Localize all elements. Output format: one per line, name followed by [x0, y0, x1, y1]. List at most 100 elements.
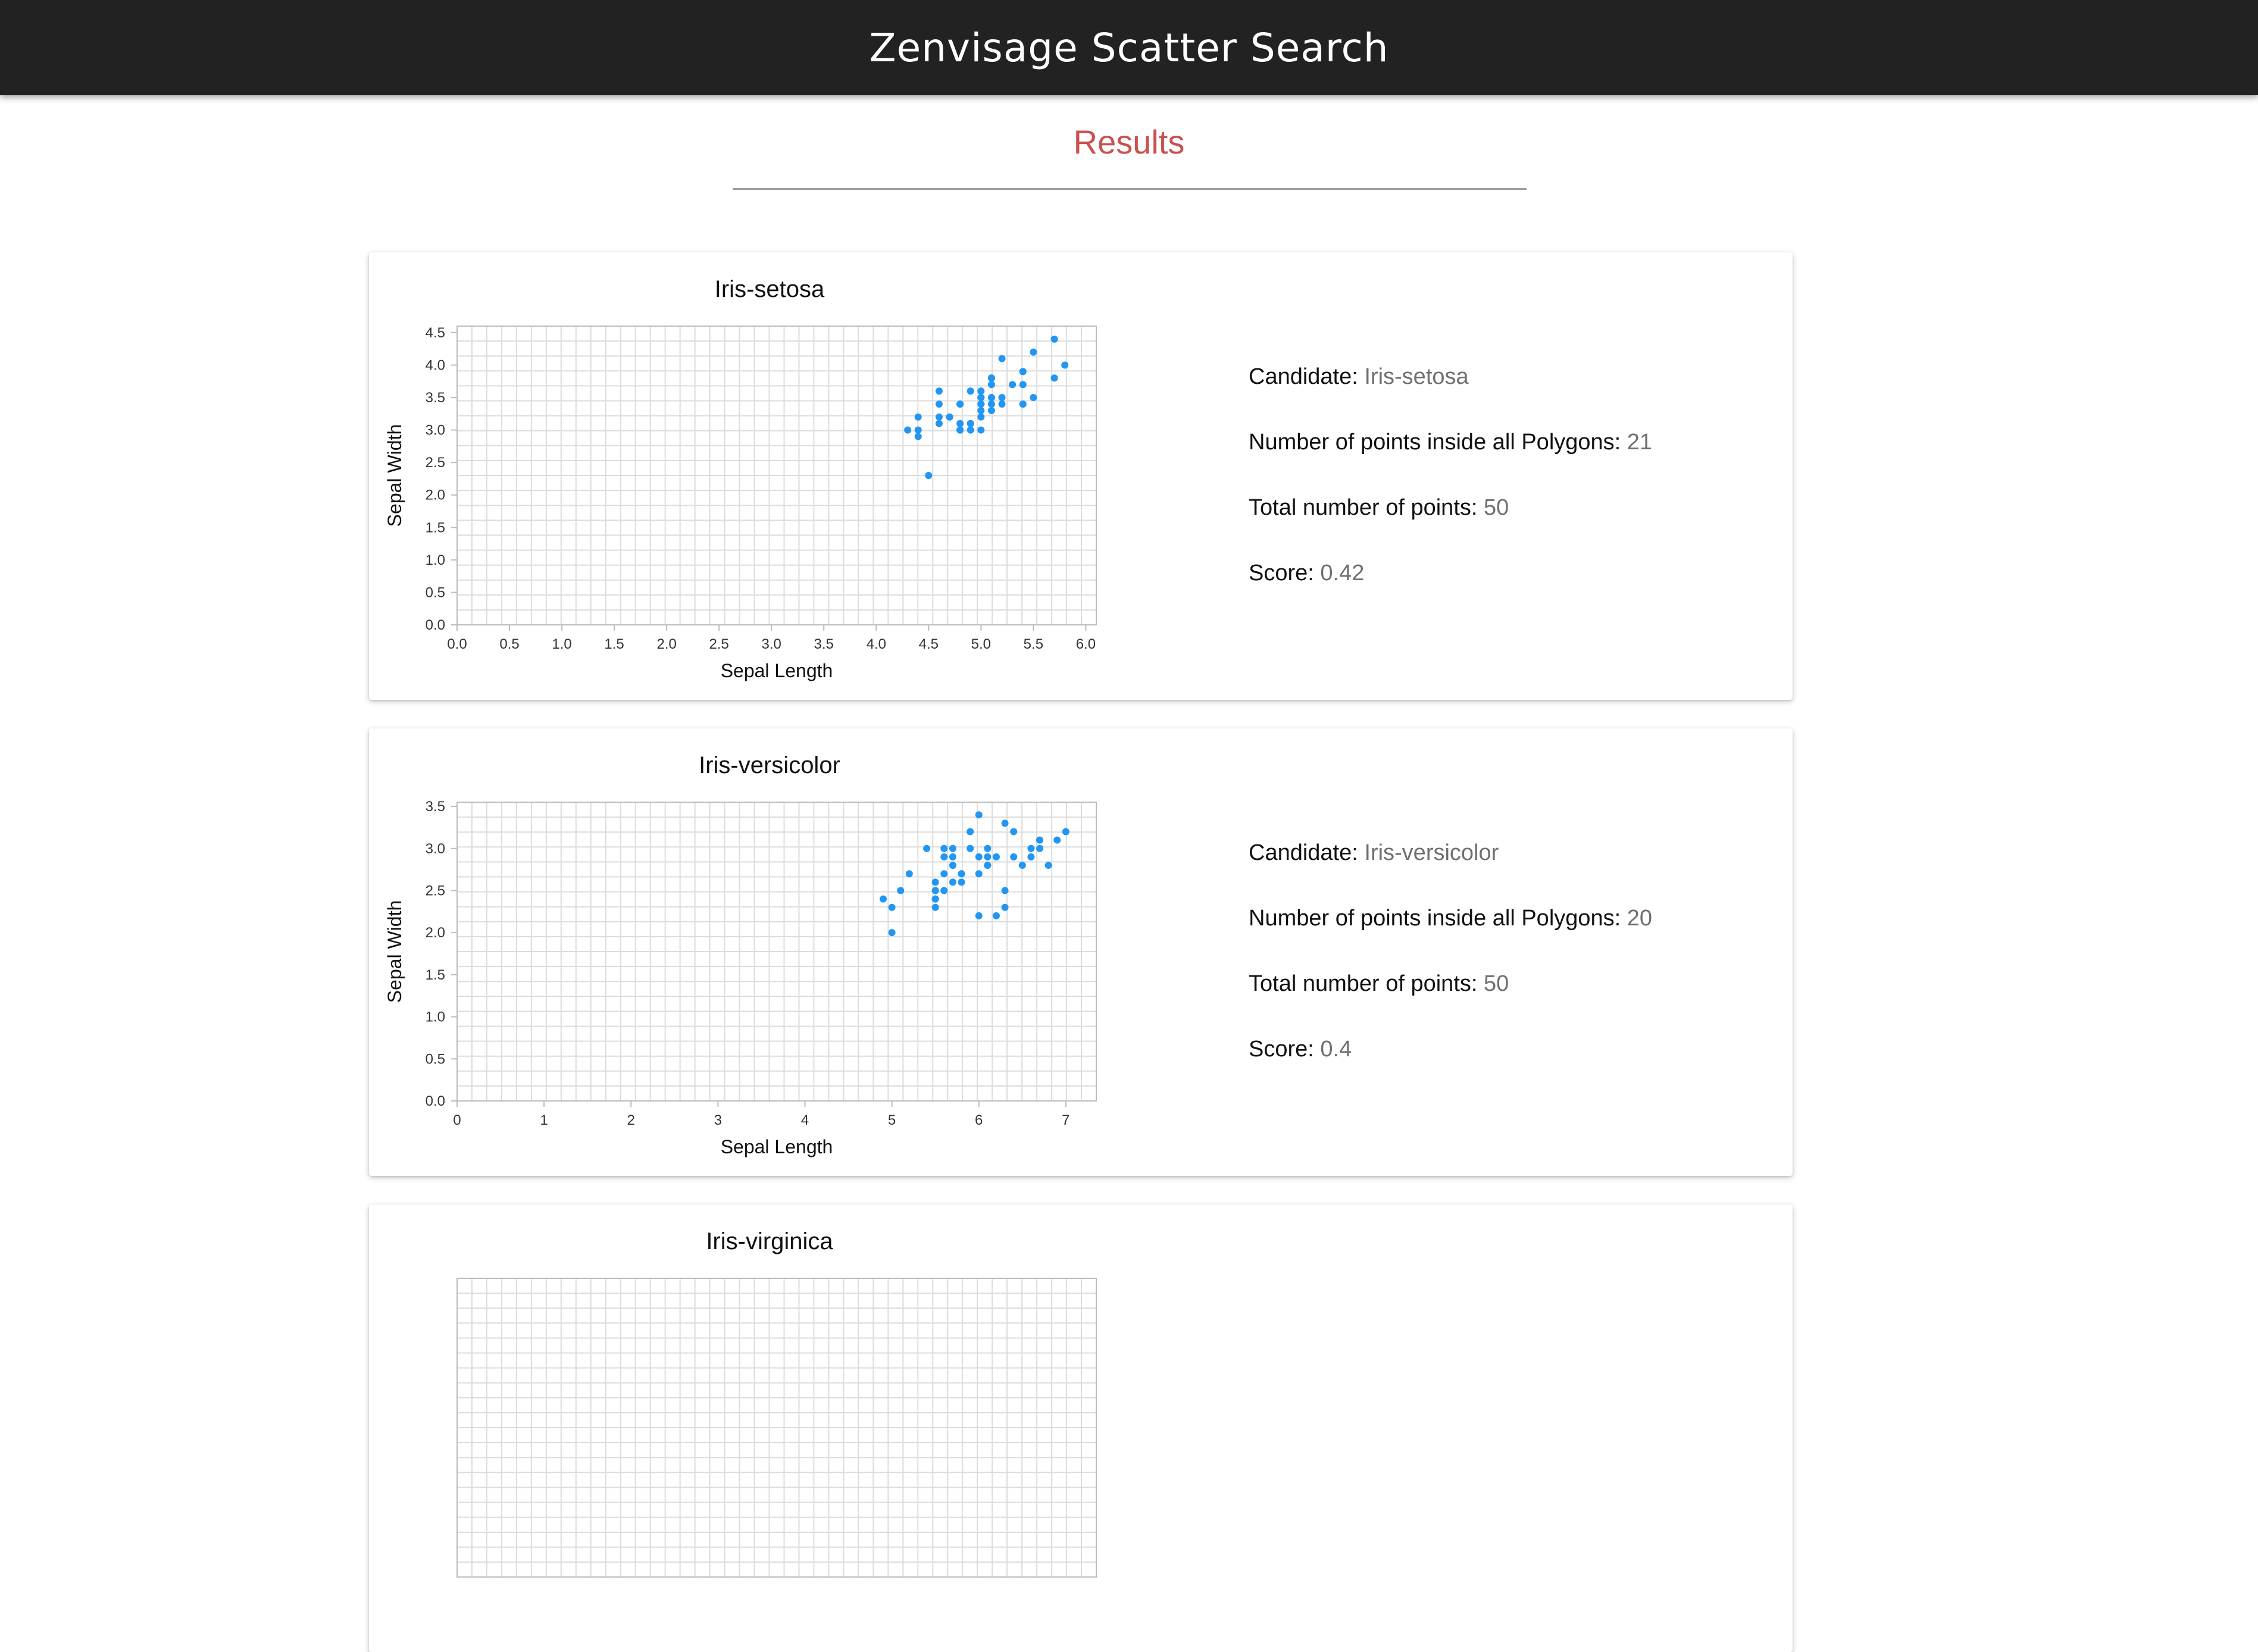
x-axis-label: Sepal Length: [721, 1136, 833, 1157]
data-point: [1030, 348, 1037, 356]
data-point: [904, 426, 912, 434]
data-point: [987, 406, 995, 414]
results-divider: [733, 188, 1527, 190]
inside-points-value: 20: [1627, 906, 1653, 931]
data-point: [1053, 836, 1061, 844]
data-point: [914, 426, 922, 434]
total-points-value: 50: [1484, 495, 1509, 520]
result-card-virginica: Iris-virginica: [369, 1204, 1793, 1652]
x-tick-label: 5.0: [971, 636, 991, 652]
data-point: [923, 844, 931, 852]
data-point: [984, 844, 992, 852]
data-point: [967, 844, 974, 852]
y-tick-label: 0.5: [426, 1051, 445, 1067]
candidate-value: Iris-setosa: [1364, 364, 1469, 389]
result-card-setosa: Iris-setosa 0.0 0.5 1.0 1.5 2.0 2.5 3.0 3.5 4.0 4…: [369, 252, 1793, 700]
x-tick-label: 5.5: [1024, 636, 1043, 652]
y-tick-label: 2.0: [426, 925, 445, 941]
data-point: [1062, 828, 1069, 836]
data-point: [998, 400, 1006, 408]
data-point: [977, 413, 985, 421]
inside-points-value: 21: [1627, 430, 1653, 455]
data-point: [946, 413, 953, 421]
data-point: [958, 870, 965, 878]
data-point: [888, 903, 896, 911]
data-point: [1036, 836, 1044, 844]
score-row: Score: 0.42: [1249, 562, 1652, 584]
data-point: [1050, 335, 1058, 343]
data-point: [880, 895, 887, 903]
y-tick-label: 3.0: [426, 841, 445, 857]
y-tick-label: 2.5: [426, 455, 445, 471]
data-point: [949, 878, 956, 886]
x-tick-label: 3.0: [762, 636, 781, 652]
data-point: [905, 870, 913, 878]
y-tick-label: 1.5: [426, 520, 445, 536]
data-point: [1044, 862, 1052, 869]
data-point: [931, 887, 939, 894]
data-point: [935, 420, 943, 427]
score-value: 0.4: [1320, 1037, 1352, 1062]
y-tick-label: 4.0: [426, 357, 445, 373]
data-point: [967, 828, 974, 836]
inside-points-label: Number of points inside all Polygons:: [1249, 430, 1621, 455]
scatter-chart: [456, 1278, 1097, 1578]
data-point: [1001, 903, 1009, 911]
x-tick-label: 1.0: [552, 636, 571, 652]
data-point: [925, 472, 933, 479]
app-header: Zenvisage Scatter Search: [0, 0, 2258, 95]
data-point: [967, 420, 974, 427]
data-point: [975, 912, 983, 919]
data-point: [931, 878, 939, 886]
data-point: [1001, 887, 1009, 894]
data-point: [977, 394, 985, 402]
x-tick-label: 4: [801, 1112, 809, 1128]
data-point: [977, 426, 985, 434]
data-point: [940, 844, 948, 852]
y-tick-label: 0.0: [426, 1093, 445, 1109]
data-point: [897, 887, 905, 894]
data-point: [956, 426, 964, 434]
x-tick-label: 1: [540, 1112, 548, 1128]
data-point: [987, 374, 995, 382]
data-point: [977, 406, 985, 414]
data-point: [958, 878, 965, 886]
data-point: [1010, 853, 1018, 861]
y-tick-label: 1.0: [426, 1009, 445, 1025]
data-point: [1030, 394, 1037, 402]
score-value: 0.42: [1320, 561, 1365, 586]
candidate-label: Candidate:: [1249, 364, 1358, 389]
inside-points-row: Number of points inside all Polygons: 20: [1249, 907, 1652, 930]
y-tick-label: 3.5: [426, 390, 445, 406]
y-tick-label: 2.5: [426, 883, 445, 899]
data-point: [956, 420, 964, 427]
result-info: Candidate: Iris-setosa Number of points …: [1249, 365, 1652, 627]
data-point: [1027, 853, 1035, 861]
data-point: [975, 811, 983, 819]
x-tick-label: 6.0: [1076, 636, 1096, 652]
y-tick-label: 3.5: [426, 799, 445, 815]
total-points-label: Total number of points:: [1249, 971, 1478, 996]
x-tick-label: 7: [1062, 1112, 1069, 1128]
y-tick-label: 0.0: [426, 617, 445, 633]
candidate-row: Candidate: Iris-versicolor: [1249, 841, 1652, 864]
data-point: [931, 895, 939, 903]
inside-points-row: Number of points inside all Polygons: 21: [1249, 431, 1652, 453]
y-axis-label: Sepal Width: [384, 900, 405, 1003]
data-point: [949, 844, 956, 852]
candidate-row: Candidate: Iris-setosa: [1249, 365, 1652, 388]
data-point: [987, 400, 995, 408]
data-point: [1050, 374, 1058, 382]
data-point: [940, 870, 948, 878]
result-card-versicolor: Iris-versicolor 0 1 2 3 4 5 6 7 0.0 0.5 1.0 1.5 2.0 2…: [369, 728, 1793, 1176]
data-point: [1001, 819, 1009, 827]
result-info: Candidate: Iris-versicolor Number of poi…: [1249, 841, 1652, 1103]
inside-points-label: Number of points inside all Polygons:: [1249, 906, 1621, 931]
data-point: [975, 870, 983, 878]
data-point: [1019, 381, 1027, 389]
data-point: [987, 381, 995, 389]
score-row: Score: 0.4: [1249, 1038, 1652, 1060]
total-points-row: Total number of points: 50: [1249, 496, 1652, 519]
data-point: [1036, 844, 1044, 852]
y-tick-label: 2.0: [426, 487, 445, 503]
